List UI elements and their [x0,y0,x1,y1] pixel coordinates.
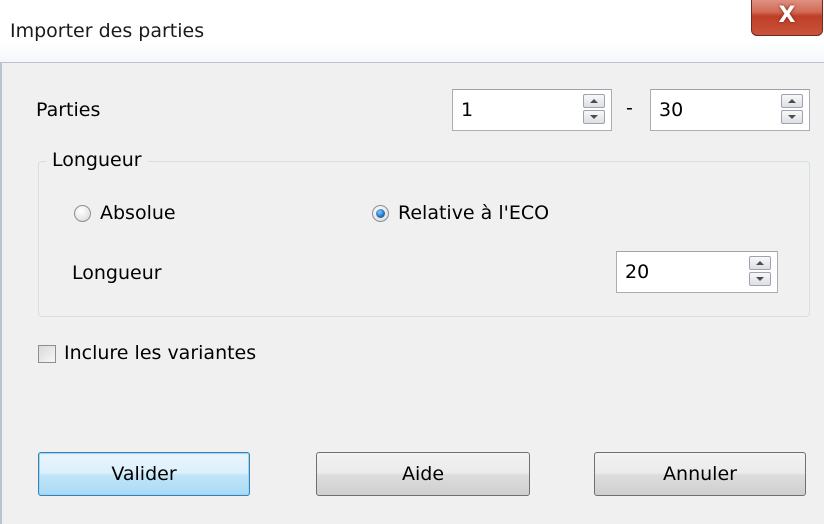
radio-absolute-label[interactable]: Absolue [100,202,176,224]
spin-down-arrow-icon[interactable] [583,110,605,124]
length-group-legend: Longueur [46,149,148,171]
include-variants-checkbox[interactable] [38,345,56,363]
games-from-spin-buttons [583,94,607,126]
title-bar: Importer des parties X [0,0,824,62]
length-value: 20 [625,261,650,283]
length-label: Longueur [72,262,162,284]
include-variants-label[interactable]: Inclure les variantes [64,342,256,364]
close-icon: X [778,3,796,28]
spin-up-arrow-icon[interactable] [749,256,771,270]
spin-up-arrow-icon[interactable] [583,94,605,108]
dialog-body: Parties 1 - 30 Longueur Absolue Relative… [0,63,824,524]
spin-up-arrow-icon[interactable] [781,94,803,108]
validate-button[interactable]: Valider [38,452,250,496]
radio-absolute[interactable] [74,205,91,222]
range-separator: - [626,97,633,119]
help-button[interactable]: Aide [316,452,530,496]
games-to-spinbox[interactable]: 30 [650,89,810,131]
spin-down-arrow-icon[interactable] [749,272,771,286]
games-from-value: 1 [461,99,474,121]
games-to-spin-buttons [781,94,805,126]
window-title: Importer des parties [10,20,205,42]
games-from-spinbox[interactable]: 1 [452,89,612,131]
length-spinbox[interactable]: 20 [616,251,778,293]
cancel-button[interactable]: Annuler [594,452,806,496]
games-label: Parties [36,99,101,121]
length-groupbox [38,161,810,317]
games-to-value: 30 [659,99,684,121]
close-button[interactable]: X [751,0,823,36]
spin-down-arrow-icon[interactable] [781,110,803,124]
length-spin-buttons [749,256,773,288]
radio-relative-eco-label[interactable]: Relative à l'ECO [398,202,549,224]
radio-relative-eco[interactable] [372,205,389,222]
